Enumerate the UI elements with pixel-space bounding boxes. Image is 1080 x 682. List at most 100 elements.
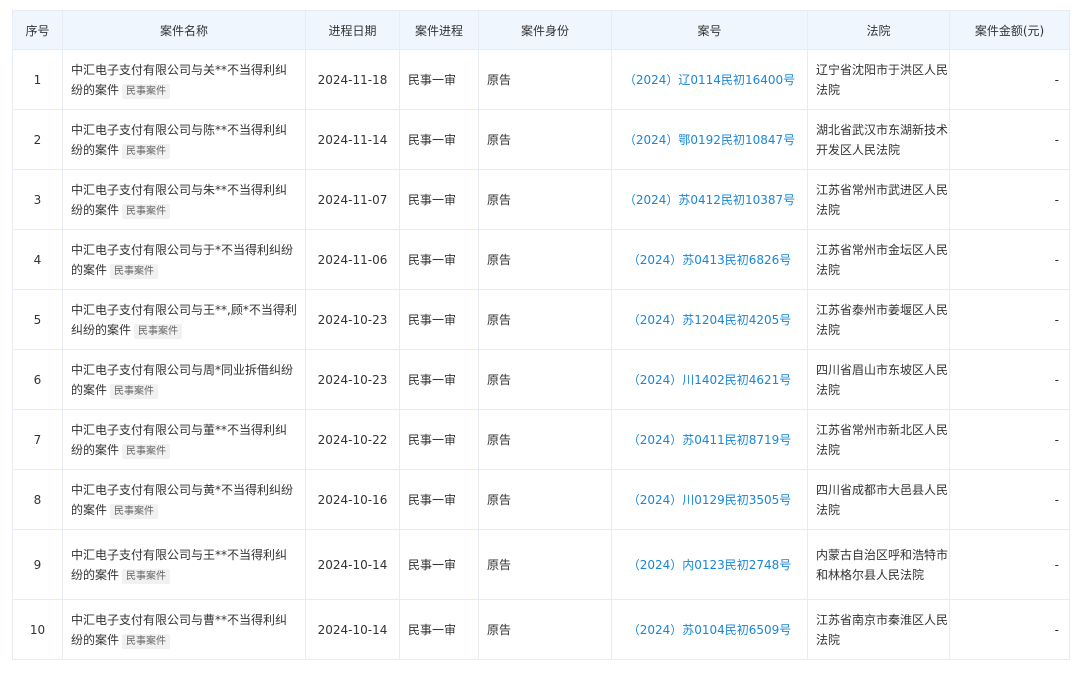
case-number-cell: （2024）川1402民初4621号 [611,349,808,410]
case-type-badge: 民事案件 [110,383,159,399]
case-role: 原告 [478,289,612,350]
row-index: 1 [12,49,63,110]
table-row: 3 中汇电子支付有限公司与朱**不当得利纠纷的案件 民事案件 2024-11-07… [12,169,1070,230]
table-row: 1 中汇电子支付有限公司与关**不当得利纠纷的案件 民事案件 2024-11-18… [12,49,1070,110]
case-type-badge: 民事案件 [122,143,171,159]
case-number-link[interactable]: （2024）苏0412民初10387号 [624,193,795,207]
case-table: 序号 案件名称 进程日期 案件进程 案件身份 案号 法院 案件金额(元) 1 中… [12,10,1070,660]
case-number-cell: （2024）川0129民初3505号 [611,469,808,530]
case-number-link[interactable]: （2024）辽0114民初16400号 [624,73,795,87]
court-name: 江苏省常州市武进区人民法院 [807,169,950,230]
court-name: 江苏省泰州市姜堰区人民法院 [807,289,950,350]
case-type-badge: 民事案件 [122,83,171,99]
case-number-link[interactable]: （2024）苏0413民初6826号 [628,253,792,267]
header-court: 法院 [807,10,950,50]
case-date: 2024-11-06 [305,229,400,290]
row-index: 2 [12,109,63,170]
case-number-link[interactable]: （2024）苏1204民初4205号 [628,313,792,327]
case-name: 中汇电子支付有限公司与董**不当得利纠纷的案件 [71,422,288,457]
table-row: 8 中汇电子支付有限公司与黄*不当得利纠纷的案件 民事案件 2024-10-16 … [12,469,1070,530]
case-number-link[interactable]: （2024）川0129民初3505号 [628,493,792,507]
court-name: 江苏省常州市新北区人民法院 [807,409,950,470]
case-stage: 民事一审 [399,349,479,410]
case-date: 2024-10-16 [305,469,400,530]
case-type-badge: 民事案件 [122,443,171,459]
table-row: 4 中汇电子支付有限公司与于*不当得利纠纷的案件 民事案件 2024-11-06 … [12,229,1070,290]
case-number-cell: （2024）辽0114民初16400号 [611,49,808,110]
case-number-link[interactable]: （2024）川1402民初4621号 [628,373,792,387]
case-amount: - [949,599,1070,660]
case-number-link[interactable]: （2024）内0123民初2748号 [628,558,792,572]
case-number-cell: （2024）苏0104民初6509号 [611,599,808,660]
case-role: 原告 [478,469,612,530]
case-number-link[interactable]: （2024）鄂0192民初10847号 [624,133,795,147]
case-name-cell: 中汇电子支付有限公司与王**不当得利纠纷的案件 民事案件 [62,529,306,600]
court-name: 内蒙古自治区呼和浩特市和林格尔县人民法院 [807,529,950,600]
case-number-cell: （2024）鄂0192民初10847号 [611,109,808,170]
row-index: 3 [12,169,63,230]
case-name-cell: 中汇电子支付有限公司与关**不当得利纠纷的案件 民事案件 [62,49,306,110]
case-amount: - [949,349,1070,410]
case-stage: 民事一审 [399,109,479,170]
header-stage: 案件进程 [399,10,479,50]
row-index: 9 [12,529,63,600]
table-row: 10 中汇电子支付有限公司与曹**不当得利纠纷的案件 民事案件 2024-10-1… [12,599,1070,660]
case-date: 2024-10-23 [305,349,400,410]
case-name-cell: 中汇电子支付有限公司与曹**不当得利纠纷的案件 民事案件 [62,599,306,660]
case-number-cell: （2024）苏0413民初6826号 [611,229,808,290]
court-name: 辽宁省沈阳市于洪区人民法院 [807,49,950,110]
row-index: 4 [12,229,63,290]
case-stage: 民事一审 [399,49,479,110]
row-index: 5 [12,289,63,350]
case-name: 中汇电子支付有限公司与黄*不当得利纠纷的案件 [71,482,294,517]
case-name-cell: 中汇电子支付有限公司与董**不当得利纠纷的案件 民事案件 [62,409,306,470]
table-row: 5 中汇电子支付有限公司与王**,顾*不当得利纠纷的案件 民事案件 2024-10… [12,289,1070,350]
case-name-cell: 中汇电子支付有限公司与周*同业拆借纠纷的案件 民事案件 [62,349,306,410]
row-index: 10 [12,599,63,660]
table-row: 9 中汇电子支付有限公司与王**不当得利纠纷的案件 民事案件 2024-10-14… [12,529,1070,600]
case-role: 原告 [478,599,612,660]
case-amount: - [949,289,1070,350]
case-amount: - [949,169,1070,230]
case-stage: 民事一审 [399,409,479,470]
case-stage: 民事一审 [399,599,479,660]
case-number-link[interactable]: （2024）苏0411民初8719号 [628,433,792,447]
case-name: 中汇电子支付有限公司与朱**不当得利纠纷的案件 [71,182,288,217]
case-type-badge: 民事案件 [122,203,171,219]
case-number-cell: （2024）苏1204民初4205号 [611,289,808,350]
case-name-cell: 中汇电子支付有限公司与黄*不当得利纠纷的案件 民事案件 [62,469,306,530]
table-header-row: 序号 案件名称 进程日期 案件进程 案件身份 案号 法院 案件金额(元) [12,10,1070,50]
case-stage: 民事一审 [399,229,479,290]
case-date: 2024-11-07 [305,169,400,230]
case-role: 原告 [478,409,612,470]
case-date: 2024-11-18 [305,49,400,110]
case-stage: 民事一审 [399,469,479,530]
case-role: 原告 [478,529,612,600]
case-amount: - [949,469,1070,530]
case-stage: 民事一审 [399,169,479,230]
case-type-badge: 民事案件 [122,633,171,649]
case-amount: - [949,109,1070,170]
case-number-cell: （2024）苏0411民初8719号 [611,409,808,470]
case-number-link[interactable]: （2024）苏0104民初6509号 [628,623,792,637]
row-index: 6 [12,349,63,410]
court-name: 江苏省南京市秦淮区人民法院 [807,599,950,660]
case-name: 中汇电子支付有限公司与曹**不当得利纠纷的案件 [71,612,288,647]
table-row: 2 中汇电子支付有限公司与陈**不当得利纠纷的案件 民事案件 2024-11-14… [12,109,1070,170]
court-name: 江苏省常州市金坛区人民法院 [807,229,950,290]
case-name: 中汇电子支付有限公司与陈**不当得利纠纷的案件 [71,122,288,157]
case-number-cell: （2024）内0123民初2748号 [611,529,808,600]
case-type-badge: 民事案件 [134,323,183,339]
case-role: 原告 [478,229,612,290]
court-name: 湖北省武汉市东湖新技术开发区人民法院 [807,109,950,170]
header-index: 序号 [12,10,63,50]
case-date: 2024-10-14 [305,599,400,660]
case-name-cell: 中汇电子支付有限公司与王**,顾*不当得利纠纷的案件 民事案件 [62,289,306,350]
header-role: 案件身份 [478,10,612,50]
case-date: 2024-10-14 [305,529,400,600]
row-index: 7 [12,409,63,470]
case-type-badge: 民事案件 [110,503,159,519]
header-date: 进程日期 [305,10,400,50]
row-index: 8 [12,469,63,530]
case-type-badge: 民事案件 [110,263,159,279]
